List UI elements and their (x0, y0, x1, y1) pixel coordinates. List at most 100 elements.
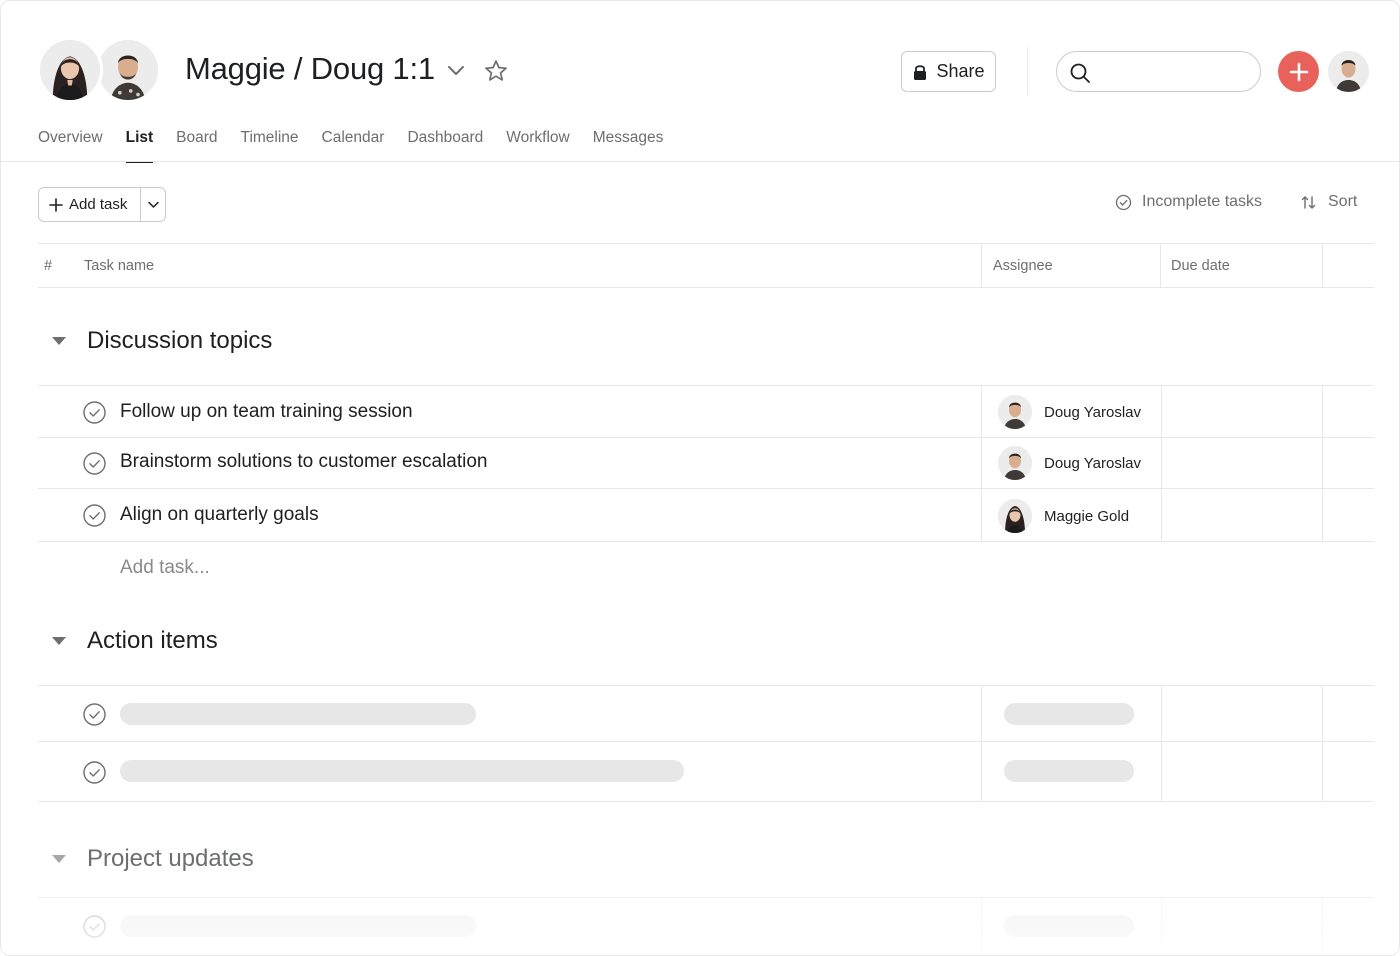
tabs-divider (1, 161, 1399, 162)
avatar (998, 446, 1032, 480)
lock-icon (914, 64, 927, 80)
star-icon[interactable] (483, 58, 509, 84)
project-tabs: Overview List Board Timeline Calendar Da… (38, 129, 686, 163)
check-circle-icon[interactable] (83, 915, 106, 938)
project-member-avatars[interactable] (37, 37, 161, 105)
task-row-placeholder[interactable] (38, 742, 1374, 802)
task-name-placeholder (120, 703, 476, 725)
column-divider (1322, 244, 1323, 287)
section-title: Project updates (87, 845, 254, 872)
column-divider (1161, 438, 1162, 488)
task-row-placeholder[interactable] (38, 897, 1374, 955)
share-button[interactable]: Share (901, 51, 996, 92)
column-divider (981, 898, 982, 955)
search-icon (1070, 63, 1090, 83)
task-row[interactable]: Align on quarterly goals Maggie Gold (38, 489, 1374, 542)
tab-overview[interactable]: Overview (38, 129, 103, 163)
app-window: Maggie / Doug 1:1 Share Overview List Bo… (0, 0, 1400, 956)
tab-dashboard[interactable]: Dashboard (407, 129, 483, 163)
column-divider (1161, 489, 1162, 541)
add-task-button-group: Add task (38, 187, 166, 222)
avatar-maggie[interactable] (37, 37, 103, 103)
section-title: Action items (87, 627, 218, 654)
column-divider (1322, 386, 1323, 437)
task-name-placeholder (120, 760, 684, 782)
assignee-name: Doug Yaroslav (1044, 403, 1142, 421)
column-divider (1160, 244, 1161, 287)
tab-messages[interactable]: Messages (593, 129, 664, 163)
triangle-down-icon[interactable] (51, 336, 67, 346)
sort-icon (1301, 195, 1316, 209)
section-discussion-topics[interactable]: Discussion topics (51, 327, 272, 355)
avatar-doug[interactable] (95, 37, 161, 103)
check-circle-icon[interactable] (83, 703, 106, 726)
add-task-label: Add task (69, 196, 128, 213)
task-name[interactable]: Brainstorm solutions to customer escalat… (120, 451, 488, 473)
add-task-dropdown-button[interactable] (141, 188, 165, 221)
tab-list[interactable]: List (125, 129, 153, 163)
task-name[interactable]: Follow up on team training session (120, 401, 413, 423)
tab-board[interactable]: Board (176, 129, 217, 163)
quick-add-button[interactable] (1278, 51, 1319, 92)
column-divider (981, 742, 982, 801)
task-row[interactable]: Brainstorm solutions to customer escalat… (38, 438, 1374, 489)
check-circle-icon[interactable] (83, 452, 106, 475)
column-divider (1161, 686, 1162, 741)
column-task-name[interactable]: Task name (84, 244, 154, 287)
triangle-down-icon[interactable] (51, 854, 67, 864)
assignee-placeholder (1004, 703, 1134, 725)
task-row-placeholder[interactable] (38, 685, 1374, 742)
column-divider (981, 386, 982, 437)
assignee-placeholder (1004, 760, 1134, 782)
share-label: Share (936, 61, 985, 81)
chevron-down-icon[interactable] (445, 59, 467, 81)
column-due-date[interactable]: Due date (1171, 244, 1230, 287)
column-index: # (44, 257, 53, 274)
column-divider (1322, 438, 1323, 488)
task-row[interactable]: Follow up on team training session Doug … (38, 385, 1374, 438)
column-divider (981, 489, 982, 541)
sort-label: Sort (1328, 193, 1358, 210)
filter-label: Incomplete tasks (1142, 193, 1263, 210)
check-circle-icon[interactable] (83, 401, 106, 424)
column-divider (981, 438, 982, 488)
check-circle-icon[interactable] (83, 761, 106, 784)
column-divider (1161, 898, 1162, 955)
header-divider (1027, 47, 1028, 95)
task-assignee[interactable]: Doug Yaroslav (998, 395, 1141, 429)
assignee-name: Doug Yaroslav (1044, 454, 1142, 472)
chevron-down-icon (147, 201, 159, 208)
tab-workflow[interactable]: Workflow (506, 129, 569, 163)
column-divider (1322, 686, 1323, 741)
section-project-updates[interactable]: Project updates (51, 845, 254, 873)
plus-icon (1289, 62, 1308, 81)
column-divider (1322, 742, 1323, 801)
task-name-placeholder (120, 915, 476, 937)
column-divider (1161, 386, 1162, 437)
tab-timeline[interactable]: Timeline (241, 129, 299, 163)
incomplete-tasks-filter[interactable]: Incomplete tasks (1115, 193, 1262, 211)
section-action-items[interactable]: Action items (51, 627, 218, 655)
search-input[interactable] (1056, 51, 1261, 92)
add-task-inline[interactable]: Add task... (120, 557, 210, 579)
add-task-button[interactable]: Add task (39, 188, 141, 221)
triangle-down-icon[interactable] (51, 636, 67, 646)
assignee-name: Maggie Gold (1044, 507, 1130, 525)
column-assignee[interactable]: Assignee (993, 244, 1053, 287)
table-header: # Task name Assignee Due date (38, 243, 1374, 288)
section-title: Discussion topics (87, 327, 273, 354)
check-circle-icon[interactable] (83, 504, 106, 527)
tab-calendar[interactable]: Calendar (322, 129, 385, 163)
column-divider (981, 244, 982, 287)
avatar (998, 499, 1032, 533)
task-assignee[interactable]: Maggie Gold (998, 499, 1129, 533)
check-circle-icon (1115, 194, 1132, 210)
avatar (998, 395, 1032, 429)
user-avatar[interactable] (1328, 51, 1369, 92)
assignee-placeholder (1004, 915, 1134, 937)
sort-button[interactable]: Sort (1301, 193, 1357, 211)
column-divider (1161, 742, 1162, 801)
task-name[interactable]: Align on quarterly goals (120, 504, 319, 526)
task-assignee[interactable]: Doug Yaroslav (998, 446, 1141, 480)
project-title: Maggie / Doug 1:1 (185, 51, 435, 86)
